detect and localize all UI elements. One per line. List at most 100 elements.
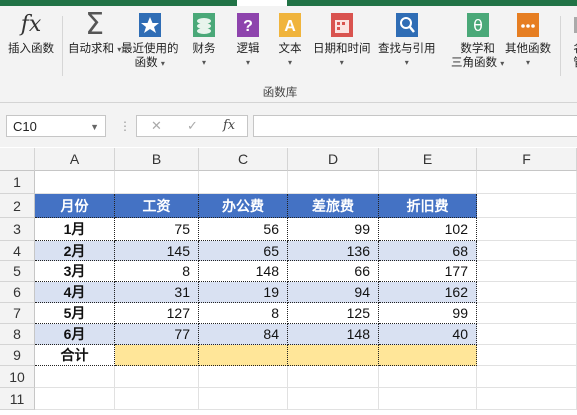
table-header-cell[interactable]: 月份 [35,194,115,218]
cell[interactable] [477,194,577,218]
row-header-8[interactable]: 8 [0,324,35,345]
cell[interactable] [35,366,115,388]
value-cell[interactable]: 177 [379,261,477,282]
cell[interactable] [35,171,115,194]
row-header-4[interactable]: 4 [0,241,35,261]
row-header-5[interactable]: 5 [0,261,35,282]
cell[interactable] [477,171,577,194]
column-header-c[interactable]: C [199,148,288,171]
value-cell[interactable]: 102 [379,218,477,241]
total-cell[interactable] [379,345,477,366]
cell[interactable] [288,171,379,194]
cell[interactable] [115,366,199,388]
datetime-button[interactable]: 日期和时间 ▾ [313,12,371,70]
value-cell[interactable]: 145 [115,241,199,261]
name-manager-button[interactable]: 名 管 [566,12,577,70]
column-header-a[interactable]: A [35,148,115,171]
lookup-button[interactable]: 查找与引用 ▾ [378,12,436,70]
cell[interactable] [477,303,577,324]
cell[interactable] [477,282,577,303]
row-header-6[interactable]: 6 [0,282,35,303]
cell[interactable] [477,324,577,345]
cell[interactable] [477,261,577,282]
row-header-9[interactable]: 9 [0,345,35,366]
grip-icon[interactable]: ⋮ [119,119,131,133]
fx-icon[interactable]: fx [223,118,235,133]
cell[interactable] [477,345,577,366]
total-cell[interactable] [115,345,199,366]
value-cell[interactable]: 68 [379,241,477,261]
month-cell[interactable]: 6月 [35,324,115,345]
value-cell[interactable]: 148 [288,324,379,345]
total-cell[interactable] [199,345,288,366]
cell[interactable] [35,388,115,410]
cell[interactable] [379,171,477,194]
cell[interactable] [477,241,577,261]
cancel-icon[interactable]: ✕ [151,118,162,134]
total-cell[interactable] [288,345,379,366]
table-header-cell[interactable]: 工资 [115,194,199,218]
value-cell[interactable]: 162 [379,282,477,303]
total-label-cell[interactable]: 合计 [35,345,115,366]
row-header-11[interactable]: 11 [0,388,35,410]
cell[interactable] [199,171,288,194]
column-header-f[interactable]: F [477,148,577,171]
logical-button[interactable]: ? 逻辑 ▾ [235,12,261,70]
cell[interactable] [379,366,477,388]
month-cell[interactable]: 3月 [35,261,115,282]
cell[interactable] [199,366,288,388]
recently-used-button[interactable]: 最近使用的 函数 ▾ [121,12,179,71]
value-cell[interactable]: 127 [115,303,199,324]
cell[interactable] [115,171,199,194]
cell[interactable] [477,388,577,410]
value-cell[interactable]: 8 [199,303,288,324]
cell[interactable] [288,366,379,388]
cell[interactable] [379,388,477,410]
value-cell[interactable]: 56 [199,218,288,241]
text-button[interactable]: A 文本 ▾ [277,12,303,70]
value-cell[interactable]: 77 [115,324,199,345]
column-header-b[interactable]: B [115,148,199,171]
cell[interactable] [288,388,379,410]
month-cell[interactable]: 5月 [35,303,115,324]
value-cell[interactable]: 99 [288,218,379,241]
value-cell[interactable]: 65 [199,241,288,261]
value-cell[interactable]: 94 [288,282,379,303]
value-cell[interactable]: 84 [199,324,288,345]
value-cell[interactable]: 136 [288,241,379,261]
value-cell[interactable]: 31 [115,282,199,303]
value-cell[interactable]: 99 [379,303,477,324]
row-header-3[interactable]: 3 [0,218,35,241]
value-cell[interactable]: 19 [199,282,288,303]
math-trig-button[interactable]: θ 数学和 三角函数 ▾ [451,12,504,71]
cell[interactable] [115,388,199,410]
table-header-cell[interactable]: 折旧费 [379,194,477,218]
table-header-cell[interactable]: 差旅费 [288,194,379,218]
cell[interactable] [477,366,577,388]
autosum-button[interactable]: Σ 自动求和 ▾ [68,10,121,57]
chevron-down-icon[interactable]: ▼ [90,116,99,138]
select-all-corner[interactable] [0,148,35,171]
insert-function-button[interactable]: fx 插入函数 [8,12,54,56]
month-cell[interactable]: 2月 [35,241,115,261]
financial-button[interactable]: 财务 ▾ [191,12,217,70]
name-box[interactable]: C10 ▼ [6,115,106,137]
value-cell[interactable]: 148 [199,261,288,282]
more-functions-button[interactable]: 其他函数 ▾ [505,12,551,70]
value-cell[interactable]: 40 [379,324,477,345]
value-cell[interactable]: 75 [115,218,199,241]
row-header-10[interactable]: 10 [0,366,35,388]
row-header-2[interactable]: 2 [0,194,35,218]
row-header-7[interactable]: 7 [0,303,35,324]
value-cell[interactable]: 8 [115,261,199,282]
enter-icon[interactable]: ✓ [187,118,198,134]
formula-input[interactable] [253,115,577,137]
column-header-d[interactable]: D [288,148,379,171]
table-header-cell[interactable]: 办公费 [199,194,288,218]
cell[interactable] [199,388,288,410]
cell[interactable] [477,218,577,241]
month-cell[interactable]: 1月 [35,218,115,241]
value-cell[interactable]: 125 [288,303,379,324]
column-header-e[interactable]: E [379,148,477,171]
value-cell[interactable]: 66 [288,261,379,282]
